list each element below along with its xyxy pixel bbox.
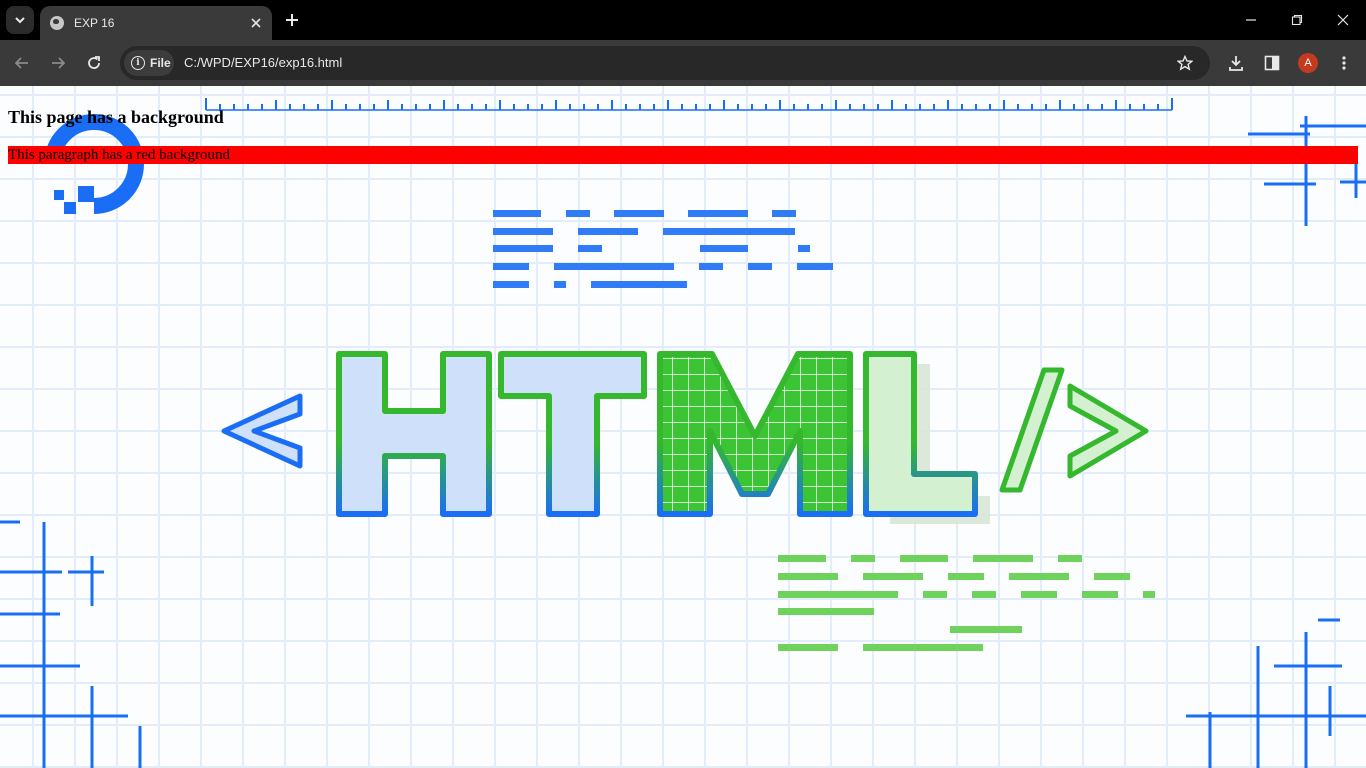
chip-label: File [150, 56, 171, 70]
menu-button[interactable] [1332, 51, 1356, 75]
logo-mark [44, 114, 144, 214]
download-icon [1229, 56, 1243, 71]
tab-search-button[interactable] [6, 6, 34, 34]
reload-button[interactable] [82, 51, 106, 75]
html-wordmark [221, 351, 1149, 524]
globe-icon [50, 16, 64, 30]
tab-close-button[interactable] [246, 13, 266, 33]
star-icon [1177, 55, 1193, 71]
restore-button[interactable] [1274, 0, 1320, 40]
new-tab-button[interactable] [280, 8, 304, 32]
restore-icon [1291, 14, 1303, 26]
arrow-left-icon [14, 57, 28, 69]
close-window-button[interactable] [1320, 0, 1366, 40]
red-paragraph: This paragraph has a red background [8, 146, 1358, 164]
tab-title: EXP 16 [74, 16, 115, 30]
info-icon: i [131, 56, 145, 70]
forward-button[interactable] [46, 51, 70, 75]
site-info-chip[interactable]: i File [124, 50, 174, 76]
side-panel-button[interactable] [1260, 51, 1284, 75]
minimize-icon [1246, 19, 1256, 21]
code-lines-green [778, 555, 1155, 651]
page-heading: This page has a background [8, 107, 224, 127]
chevron-down-icon [15, 17, 25, 24]
plus-icon [286, 14, 298, 26]
close-icon [1337, 14, 1349, 26]
minimize-button[interactable] [1228, 0, 1274, 40]
url-text[interactable]: C:/WPD/EXP16/exp16.html [184, 55, 342, 70]
close-icon [251, 18, 261, 28]
code-lines-blue [493, 210, 833, 288]
address-bar[interactable]: i File C:/WPD/EXP16/exp16.html [120, 46, 1210, 80]
browser-toolbar: i File C:/WPD/EXP16/exp16.html A [0, 40, 1366, 86]
tab-strip: EXP 16 [0, 0, 1366, 40]
tab-exp16[interactable]: EXP 16 [40, 6, 272, 40]
html-background-image [0, 98, 1366, 768]
page-viewport: This page has a background This paragrap… [0, 86, 1366, 768]
side-panel-icon [1264, 55, 1280, 71]
bookmark-button[interactable] [1174, 52, 1196, 74]
profile-avatar[interactable]: A [1298, 53, 1318, 73]
downloads-button[interactable] [1224, 51, 1248, 75]
back-button[interactable] [10, 51, 34, 75]
more-vertical-icon [1342, 56, 1346, 70]
arrow-right-icon [52, 57, 66, 69]
reload-icon [88, 56, 100, 69]
ruler-decoration [205, 98, 1173, 111]
